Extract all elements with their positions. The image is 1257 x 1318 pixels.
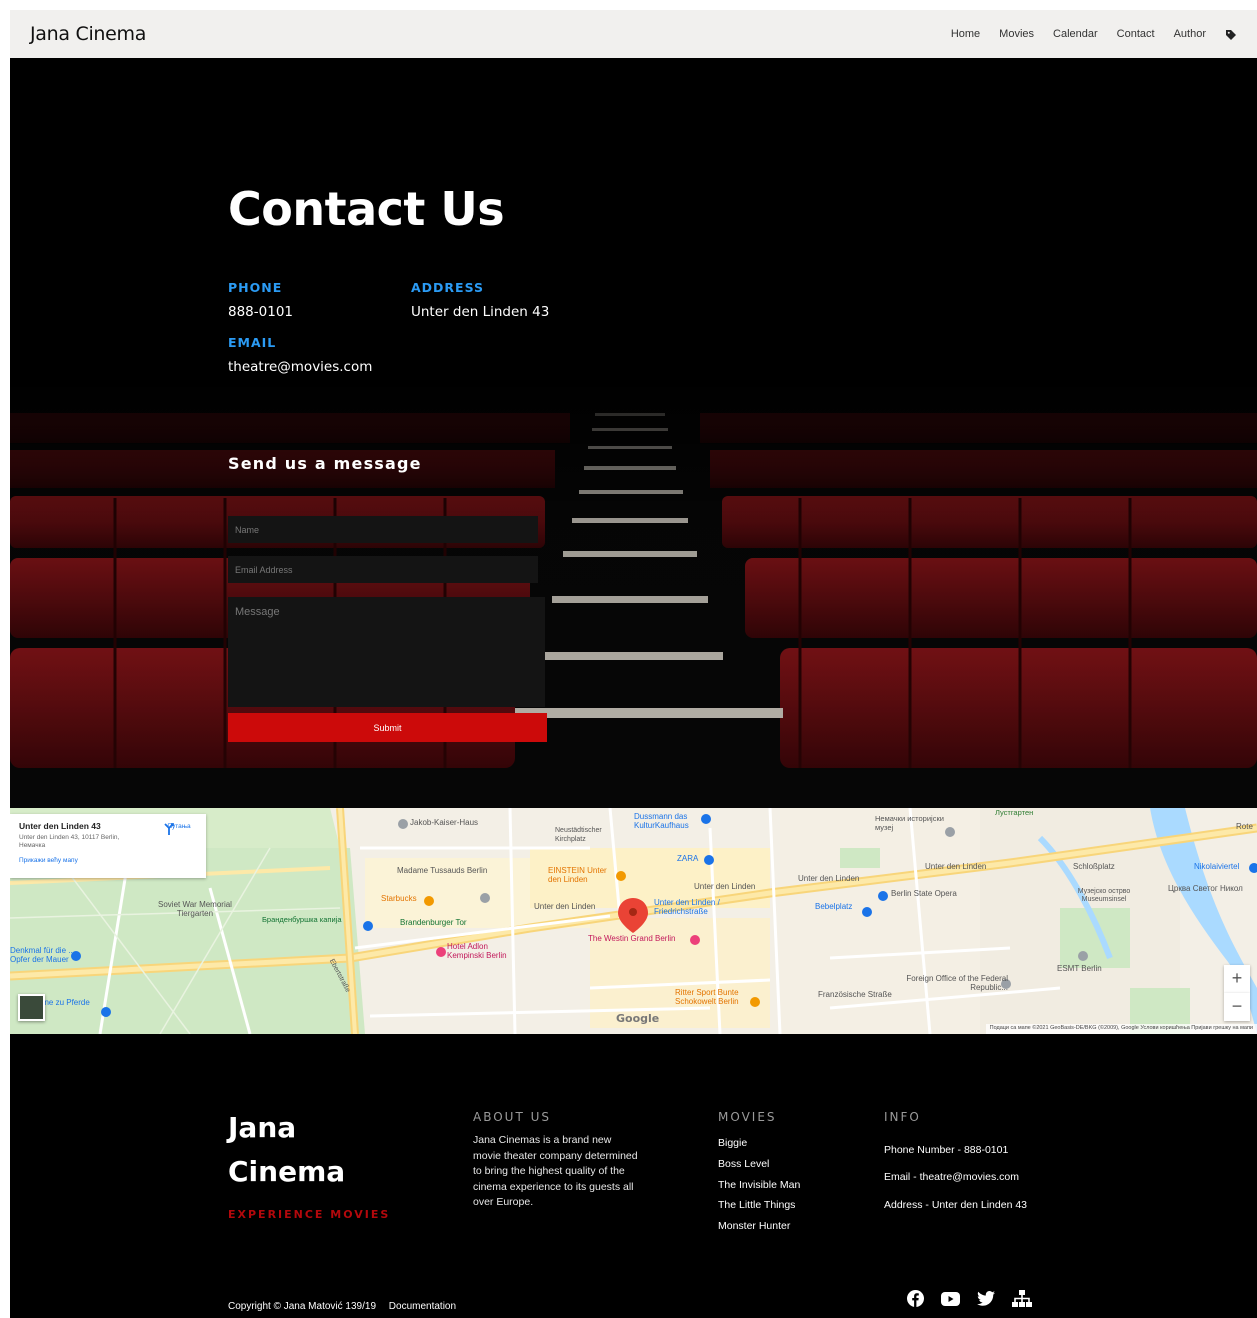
phone-value: 888-0101 <box>228 304 293 320</box>
footer-movie-link[interactable]: The Invisible Man <box>718 1175 800 1196</box>
twitter-icon[interactable] <box>977 1291 995 1306</box>
message-input[interactable] <box>228 597 545 707</box>
map-label-ritter: Ritter Sport Bunte Schokowelt Berlin <box>675 988 739 1006</box>
tag-icon[interactable] <box>1225 28 1237 40</box>
info-heading: INFO <box>884 1110 921 1124</box>
nav-author[interactable]: Author <box>1174 28 1206 40</box>
top-navbar: Jana Cinema Home Movies Calendar Contact… <box>10 10 1257 58</box>
page: Jana Cinema Home Movies Calendar Contact… <box>0 0 1257 1318</box>
map-label-udl3: Unter den Linden <box>798 874 860 883</box>
map-label-denkmal: Denkmal für die ... Opfer der Mauer <box>10 946 75 964</box>
email-label: EMAIL <box>228 335 277 350</box>
page-title: Contact Us <box>228 182 505 236</box>
map-label-adlon: Hotel Adlon Kempinski Berlin <box>447 942 507 960</box>
footer-info: Phone Number - 888-0101 Email - theatre@… <box>884 1137 1027 1219</box>
map-label-pferde: one zu Pferde <box>40 998 90 1007</box>
address-value: Unter den Linden 43 <box>411 304 550 320</box>
copyright: Copyright © Jana Matović 139/19 Document… <box>228 1301 466 1312</box>
footer-info-email: Email - theatre@movies.com <box>884 1171 1019 1184</box>
contact-hero: Contact Us PHONE 888-0101 ADDRESS Unter … <box>10 58 1257 808</box>
nav-contact[interactable]: Contact <box>1117 28 1155 40</box>
copyright-text: Copyright © Jana Matović 139/19 <box>228 1301 377 1312</box>
footer-info-phone: Phone Number - 888-0101 <box>884 1144 1009 1156</box>
map-larger-link[interactable]: Прикажи већу мапу <box>19 857 197 864</box>
map-label-udl4: Unter den Linden <box>925 862 987 871</box>
facebook-icon[interactable] <box>907 1290 924 1307</box>
map-label-museumsinsel: Музејско острво Museumsinsel <box>1077 888 1131 903</box>
map-label-sowjet: Soviet War Memorial Tiergarten <box>158 900 232 918</box>
map-label-nikolai: Nikolaiviertel <box>1194 862 1240 871</box>
map-label-jakob: Jakob-Kaiser-Haus <box>410 818 479 827</box>
map-label-lustgarten: Лустгартен <box>995 808 1034 817</box>
map-label-neustadt: Neustädtischer Kirchplatz <box>555 827 602 843</box>
name-input[interactable] <box>228 516 538 543</box>
map-satellite-toggle[interactable] <box>18 994 45 1021</box>
map-label-bebelplatz: Bebelplatz <box>815 902 853 911</box>
map-label-crkva: Црква Светог Никол <box>1168 884 1243 893</box>
map-card-address: Unter den Linden 43, 10117 Berlin, Немач… <box>19 834 120 849</box>
map-zoom-in-button[interactable]: + <box>1224 965 1250 993</box>
footer-movie-link[interactable]: Monster Hunter <box>718 1216 800 1237</box>
map-label-udl1: Unter den Linden <box>534 902 596 911</box>
map-label-opera: Berlin State Opera <box>891 889 957 898</box>
form-title: Send us a message <box>228 454 422 473</box>
nav-home[interactable]: Home <box>951 28 980 40</box>
footer-movie-link[interactable]: The Little Things <box>718 1195 800 1216</box>
main-menu: Home Movies Calendar Contact Author <box>951 28 1237 40</box>
google-map[interactable]: Jakob-Kaiser-Haus Dussmann das KulturKau… <box>10 808 1257 1034</box>
sitemap-icon[interactable] <box>1012 1290 1032 1307</box>
map-label-foreign: Foreign Office of the Federal Republic..… <box>906 974 1008 992</box>
map-zoom-out-button[interactable]: − <box>1224 993 1250 1021</box>
map-label-schlossplatz: Schloßplatz <box>1073 862 1115 871</box>
phone-label: PHONE <box>228 280 283 295</box>
movies-heading: MOVIES <box>718 1110 777 1124</box>
map-label-brandenburg-sr: Бранденбуршка капија <box>262 915 342 924</box>
map-label-udl2: Unter den Linden <box>694 882 756 891</box>
map-label-rote: Rote <box>1236 822 1253 831</box>
footer-info-address: Address - Unter den Linden 43 <box>884 1198 1028 1211</box>
email-input[interactable] <box>228 556 538 583</box>
site-footer: Jana Cinema EXPERIENCE MOVIES ABOUT US J… <box>10 1034 1257 1318</box>
footer-movies-list: Biggie Boss Level The Invisible Man The … <box>718 1133 800 1237</box>
map-label-dussmann: Dussmann das KulturKaufhaus <box>634 812 689 830</box>
email-value: theatre@movies.com <box>228 359 373 375</box>
footer-brand-line2: Cinema <box>228 1155 346 1188</box>
map-directions-button[interactable]: Путања <box>162 822 196 835</box>
cinema-seats-background <box>10 58 1257 808</box>
page-wrapper: Jana Cinema Home Movies Calendar Contact… <box>10 10 1257 1318</box>
documentation-link[interactable]: Documentation <box>389 1301 456 1312</box>
map-label-franz: Französische Straße <box>818 990 892 999</box>
address-label: ADDRESS <box>411 280 485 295</box>
about-text: Jana Cinemas is a brand new movie theate… <box>473 1134 638 1208</box>
nav-movies[interactable]: Movies <box>999 28 1034 40</box>
map-attribution[interactable]: Подаци са мапе ©2021 GeoBasis-DE/BKG (©2… <box>985 1024 1257 1034</box>
footer-brand: Jana Cinema <box>228 1106 345 1194</box>
footer-brand-line1: Jana <box>228 1111 297 1144</box>
map-info-card: Unter den Linden 43 Unter den Linden 43,… <box>10 814 206 878</box>
submit-button[interactable]: Submit <box>228 713 547 742</box>
map-label-esmt: ESMT Berlin <box>1057 964 1102 973</box>
footer-movie-link[interactable]: Boss Level <box>718 1154 800 1175</box>
google-logo: Google <box>616 1012 660 1025</box>
brand-logo[interactable]: Jana Cinema <box>30 23 146 45</box>
map-label-starbucks: Starbucks <box>381 894 417 903</box>
social-links <box>907 1290 1032 1307</box>
map-label-einstein: EINSTEIN Unter den Linden <box>548 866 607 884</box>
map-label-brandenburg-tor: Brandenburger Tor <box>400 918 467 927</box>
map-label-zara: ZARA <box>677 854 699 863</box>
footer-tagline: EXPERIENCE MOVIES <box>228 1208 391 1221</box>
nav-calendar[interactable]: Calendar <box>1053 28 1098 40</box>
youtube-icon[interactable] <box>941 1291 960 1306</box>
map-label-tussauds: Madame Tussauds Berlin <box>397 866 488 875</box>
footer-movie-link[interactable]: Biggie <box>718 1133 800 1154</box>
about-heading: ABOUT US <box>473 1110 552 1124</box>
map-label-udl-station: Unter den Linden / Friedrichstraße <box>654 898 720 916</box>
map-label-museum: Немачки историјски музеј <box>875 814 944 832</box>
map-label-westin: The Westin Grand Berlin <box>588 934 676 943</box>
